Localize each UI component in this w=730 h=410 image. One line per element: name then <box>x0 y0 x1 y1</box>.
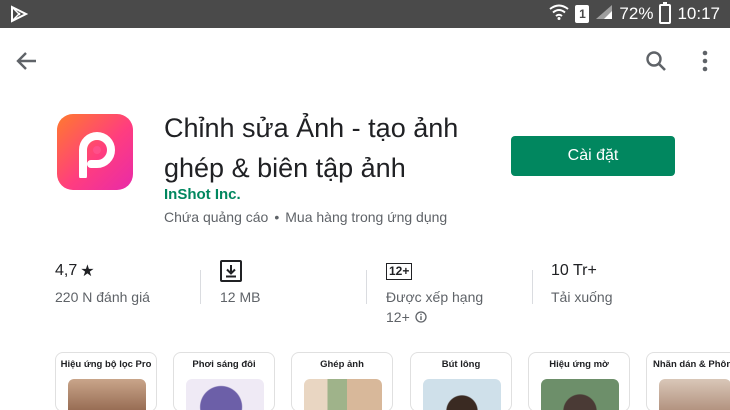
meta-separator: • <box>274 209 280 225</box>
battery-icon <box>659 2 672 24</box>
screenshot-caption: Hiệu ứng bộ lọc Pro <box>60 359 152 370</box>
screenshot-caption: Nhãn dán & Phông <box>653 359 730 370</box>
screenshot-image <box>304 379 382 410</box>
play-store-notification-icon <box>10 5 29 23</box>
screenshot-image <box>423 379 501 410</box>
install-button[interactable]: Cài đặt <box>511 136 675 176</box>
downloads-label: Tải xuống <box>551 289 613 305</box>
review-count: 220 N đánh giá <box>55 289 150 305</box>
screenshot-card[interactable]: Hiệu ứng bộ lọc Pro <box>55 352 157 410</box>
download-icon <box>220 260 242 282</box>
search-button[interactable] <box>641 46 671 76</box>
star-icon: ★ <box>80 263 95 280</box>
content-rating-label: Được xếp hạng <box>386 289 484 305</box>
screenshot-caption: Hiệu ứng mờ <box>549 359 609 370</box>
app-title: Chỉnh sửa Ảnh - tạo ảnh ghép & biên tập … <box>164 113 459 183</box>
search-icon <box>646 51 666 71</box>
signal-icon <box>595 4 613 25</box>
screenshot-image <box>541 379 619 410</box>
screenshot-card[interactable]: Hiệu ứng mờ <box>528 352 630 410</box>
sim-icon: 1 <box>575 5 590 23</box>
more-options-button[interactable] <box>692 46 718 76</box>
inshot-photo-editor-logo-icon <box>79 132 115 178</box>
divider <box>200 270 201 304</box>
app-size: 12 MB <box>220 289 261 305</box>
arrow-left-icon <box>16 52 36 70</box>
info-icon[interactable] <box>415 311 427 323</box>
content-rating-value: 12+ <box>386 309 410 325</box>
screenshot-image <box>68 379 146 410</box>
screenshot-image <box>659 379 730 410</box>
back-button[interactable] <box>12 46 42 76</box>
app-meta: Chứa quảng cáo • Mua hàng trong ứng dụng <box>164 209 447 225</box>
clock: 10:17 <box>677 4 720 23</box>
screenshot-card[interactable]: Nhãn dán & Phông <box>646 352 730 410</box>
screenshot-card[interactable]: Ghép ảnh <box>291 352 393 410</box>
battery-percentage: 72% <box>619 4 654 23</box>
status-bar: 1 72% 10:17 <box>0 0 730 28</box>
rating-value: 4,7 <box>55 262 78 279</box>
screenshot-caption: Ghép ảnh <box>320 359 364 370</box>
downloads-stat: 10 Tr+ Tải xuống <box>551 258 612 307</box>
screenshot-carousel[interactable]: Hiệu ứng bộ lọc Pro Phơi sáng đôi Ghép ả… <box>0 352 730 410</box>
size-stat: 12 MB <box>220 258 260 307</box>
rating-stat[interactable]: 4,7 ★ 220 N đánh giá <box>55 258 150 307</box>
screenshot-image <box>186 379 264 410</box>
content-rating-stat[interactable]: 12+ Được xếp hạng 12+ <box>386 258 483 327</box>
content-rating-badge: 12+ <box>386 262 413 280</box>
in-app-purchases-label: Mua hàng trong ứng dụng <box>285 209 448 225</box>
screenshot-caption: Phơi sáng đôi <box>192 359 256 370</box>
screenshot-card[interactable]: Bút lông <box>410 352 512 410</box>
more-vert-icon <box>702 50 708 72</box>
screenshot-card[interactable]: Phơi sáng đôi <box>173 352 275 410</box>
wifi-icon <box>549 4 570 25</box>
divider <box>366 270 367 304</box>
stats-row: 4,7 ★ 220 N đánh giá 12 MB 12+ Được xếp … <box>0 258 730 328</box>
app-bar <box>0 28 730 92</box>
screenshot-caption: Bút lông <box>441 359 481 370</box>
developer-link[interactable]: InShot Inc. <box>164 186 241 203</box>
contains-ads-label: Chứa quảng cáo <box>164 209 269 225</box>
divider <box>532 270 533 304</box>
app-icon <box>57 114 133 190</box>
download-count: 10 Tr+ <box>551 262 597 279</box>
